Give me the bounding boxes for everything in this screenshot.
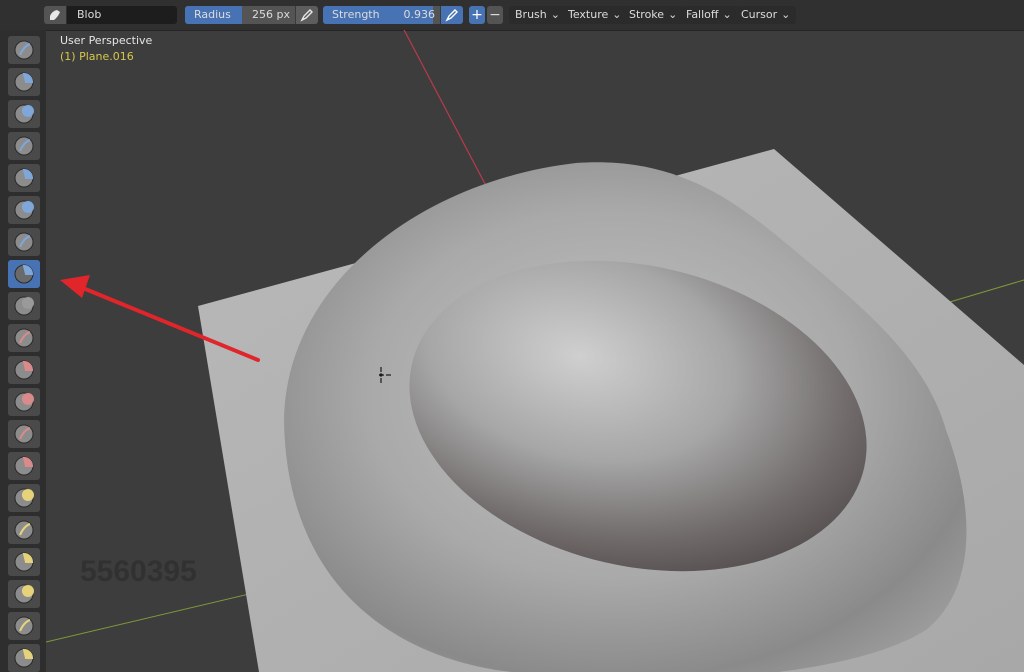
- sculpt-tool-shelf: [0, 30, 46, 672]
- viewport-view-name: User Perspective: [60, 34, 153, 47]
- strength-label: Strength: [332, 8, 380, 21]
- pose-brush-icon: [14, 648, 34, 668]
- tool-pinch-brush-button[interactable]: [8, 484, 40, 512]
- clay-thumb-brush-icon: [14, 168, 34, 188]
- tool-flatten-brush-button[interactable]: [8, 356, 40, 384]
- tool-snake-hook-brush-button[interactable]: [8, 580, 40, 608]
- cursor-menu-label: Cursor: [741, 8, 778, 21]
- tool-grab-brush-button[interactable]: [8, 516, 40, 544]
- tool-thumb-brush-button[interactable]: [8, 612, 40, 640]
- snake-hook-brush-icon: [14, 584, 34, 604]
- texture-menu-label: Texture: [568, 8, 609, 21]
- chevron-down-icon: ⌄: [781, 8, 791, 21]
- watermark-text: 5560395: [80, 555, 197, 588]
- pen-pressure-icon: [445, 9, 458, 22]
- y-axis-line: [46, 589, 267, 643]
- brush-icon: [50, 10, 60, 20]
- subtract-direction-button[interactable]: −: [487, 6, 503, 24]
- tool-smooth-brush-button[interactable]: [8, 324, 40, 352]
- cursor-menu[interactable]: Cursor ⌄: [735, 6, 797, 24]
- tool-settings-header: Blob Radius 256 px Strength 0.936 + − Br: [0, 0, 1024, 31]
- tool-elastic-deform-brush-button[interactable]: [8, 548, 40, 576]
- flatten-brush-icon: [14, 360, 34, 380]
- texture-menu[interactable]: Texture ⌄: [562, 6, 628, 24]
- blob-brush-icon: [14, 264, 34, 284]
- tool-inflate-brush-button[interactable]: [8, 228, 40, 256]
- strength-value: 0.936: [403, 8, 436, 21]
- radius-label: Radius: [194, 8, 231, 21]
- clay-brush-icon: [14, 104, 34, 124]
- sculpt-mode-window: Blob Radius 256 px Strength 0.936 + − Br: [0, 0, 1024, 672]
- falloff-menu-label: Falloff: [686, 8, 719, 21]
- radius-value: 256 px: [252, 8, 290, 21]
- chevron-down-icon: ⌄: [550, 8, 560, 21]
- tool-scrape-brush-button[interactable]: [8, 420, 40, 448]
- viewport-object-name: (1) Plane.016: [60, 50, 134, 63]
- stroke-menu[interactable]: Stroke ⌄: [623, 6, 684, 24]
- 3d-viewport[interactable]: User Perspective (1) Plane.016 5560395: [46, 30, 1024, 672]
- smooth-brush-icon: [14, 328, 34, 348]
- radius-pressure-toggle[interactable]: [295, 6, 318, 24]
- layer-brush-icon: [14, 200, 34, 220]
- scrape-brush-icon: [14, 424, 34, 444]
- brush-name-field[interactable]: Blob: [67, 6, 177, 24]
- tool-fill-brush-button[interactable]: [8, 388, 40, 416]
- fill-brush-icon: [14, 392, 34, 412]
- falloff-menu[interactable]: Falloff ⌄: [680, 6, 738, 24]
- chevron-down-icon: ⌄: [722, 8, 732, 21]
- draw-sharp-brush-icon: [14, 72, 34, 92]
- tool-clay-brush-button[interactable]: [8, 100, 40, 128]
- brush-menu[interactable]: Brush ⌄: [509, 6, 566, 24]
- strength-slider[interactable]: Strength 0.936: [323, 6, 463, 24]
- tool-clay-thumb-brush-button[interactable]: [8, 164, 40, 192]
- tool-layer-brush-button[interactable]: [8, 196, 40, 224]
- add-direction-button[interactable]: +: [469, 6, 485, 24]
- clay-strips-brush-icon: [14, 136, 34, 156]
- tool-clay-strips-brush-button[interactable]: [8, 132, 40, 160]
- inflate-brush-icon: [14, 232, 34, 252]
- tool-draw-sharp-brush-button[interactable]: [8, 68, 40, 96]
- draw-brush-icon: [14, 40, 34, 60]
- chevron-down-icon: ⌄: [668, 8, 678, 21]
- multiplane-scrape-brush-icon: [14, 456, 34, 476]
- tool-blob-brush-button[interactable]: [8, 260, 40, 288]
- grab-brush-icon: [14, 520, 34, 540]
- crease-brush-icon: [14, 296, 34, 316]
- radius-slider[interactable]: Radius 256 px: [185, 6, 318, 24]
- pen-pressure-icon: [300, 9, 313, 22]
- brush-menu-label: Brush: [515, 8, 547, 21]
- tool-crease-brush-button[interactable]: [8, 292, 40, 320]
- thumb-brush-icon: [14, 616, 34, 636]
- chevron-down-icon: ⌄: [612, 8, 622, 21]
- pinch-brush-icon: [14, 488, 34, 508]
- stroke-menu-label: Stroke: [629, 8, 665, 21]
- strength-pressure-toggle[interactable]: [440, 6, 463, 24]
- tool-pose-brush-button[interactable]: [8, 644, 40, 672]
- tool-draw-brush-button[interactable]: [8, 36, 40, 64]
- tool-multiplane-scrape-brush-button[interactable]: [8, 452, 40, 480]
- elastic-deform-brush-icon: [14, 552, 34, 572]
- brush-thumbnail-button[interactable]: [44, 6, 66, 24]
